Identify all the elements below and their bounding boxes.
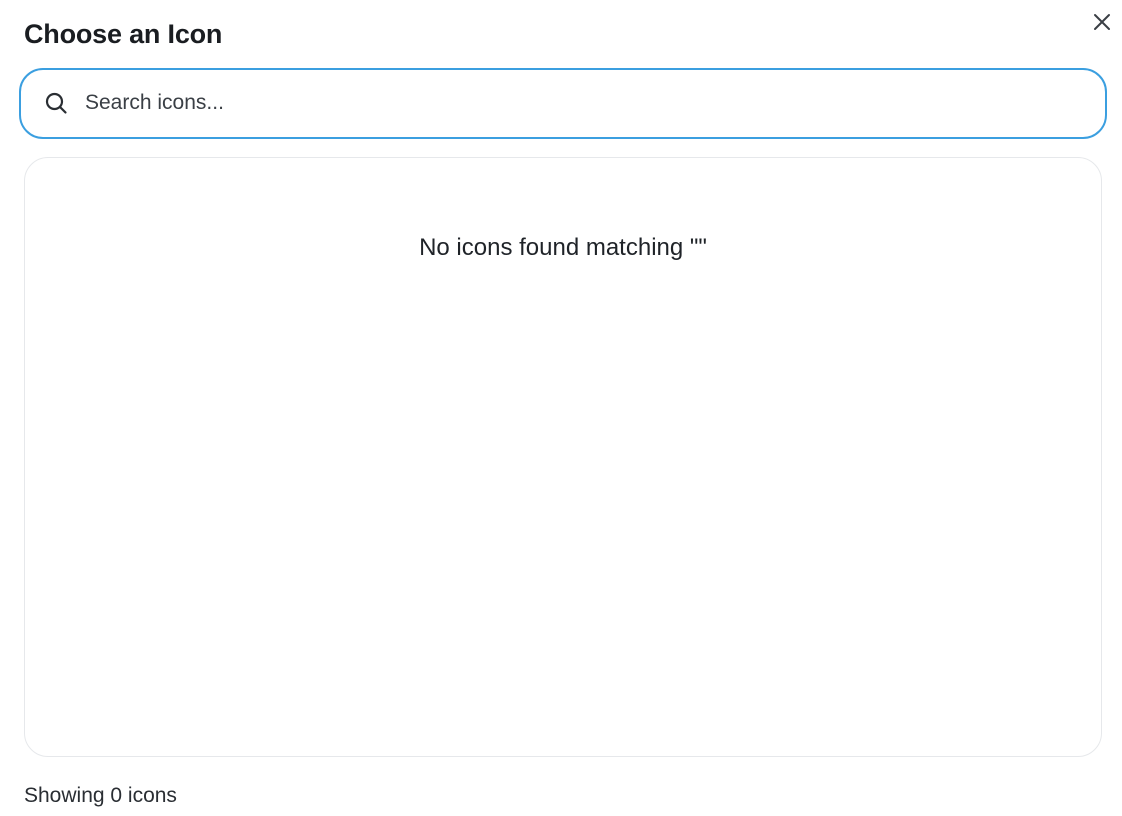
icon-results-panel: No icons found matching ""	[24, 157, 1102, 757]
results-count: Showing 0 icons	[24, 784, 177, 807]
icon-picker-dialog: Choose an Icon No icons found matching "…	[0, 0, 1122, 816]
search-input[interactable]	[85, 84, 1085, 122]
close-icon	[1093, 13, 1111, 34]
empty-state-message: No icons found matching ""	[419, 234, 707, 261]
close-button[interactable]	[1088, 9, 1116, 37]
search-icon	[44, 91, 68, 115]
dialog-title: Choose an Icon	[24, 19, 223, 49]
search-box[interactable]	[19, 68, 1107, 139]
